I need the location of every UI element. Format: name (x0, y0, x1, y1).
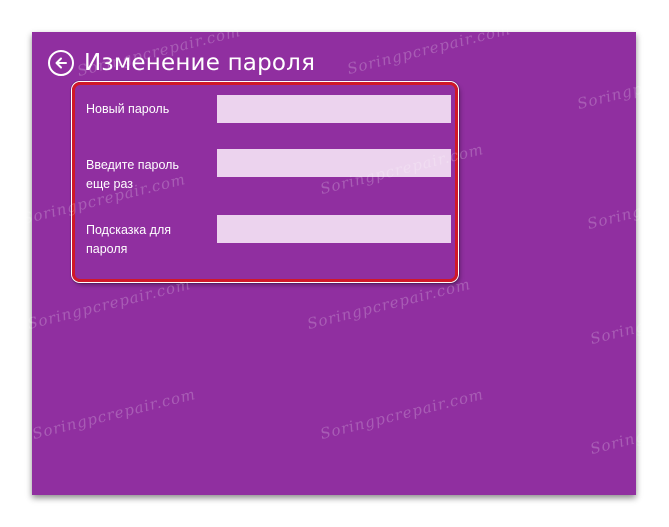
new-password-label: Новый пароль (86, 102, 170, 116)
confirm-password-input[interactable] (217, 149, 451, 177)
page-title: Изменение пароля (84, 50, 316, 76)
password-hint-label: Подсказка для пароля (86, 223, 172, 256)
password-form: Новый пароль Введите пароль еще раз Подс… (72, 82, 458, 282)
back-button[interactable] (48, 50, 74, 76)
confirm-password-label: Введите пароль еще раз (86, 158, 179, 191)
settings-screen: Изменение пароля Новый пароль Введите па… (32, 32, 636, 495)
arrow-left-icon (55, 57, 67, 69)
new-password-input[interactable] (217, 95, 451, 123)
password-hint-input[interactable] (217, 215, 451, 243)
page-header: Изменение пароля (48, 47, 315, 79)
